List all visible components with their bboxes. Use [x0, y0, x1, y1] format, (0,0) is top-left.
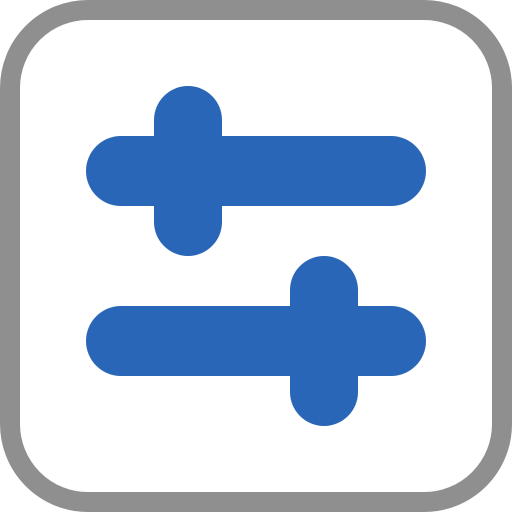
- bottom-slider-knob: [290, 256, 358, 426]
- icon-frame: [0, 0, 512, 512]
- settings-sliders-app-icon[interactable]: [0, 0, 512, 512]
- top-slider-knob: [154, 86, 222, 256]
- bottom-slider-track: [86, 306, 426, 376]
- top-slider-track: [86, 136, 426, 206]
- sliders-settings-icon: [0, 0, 512, 512]
